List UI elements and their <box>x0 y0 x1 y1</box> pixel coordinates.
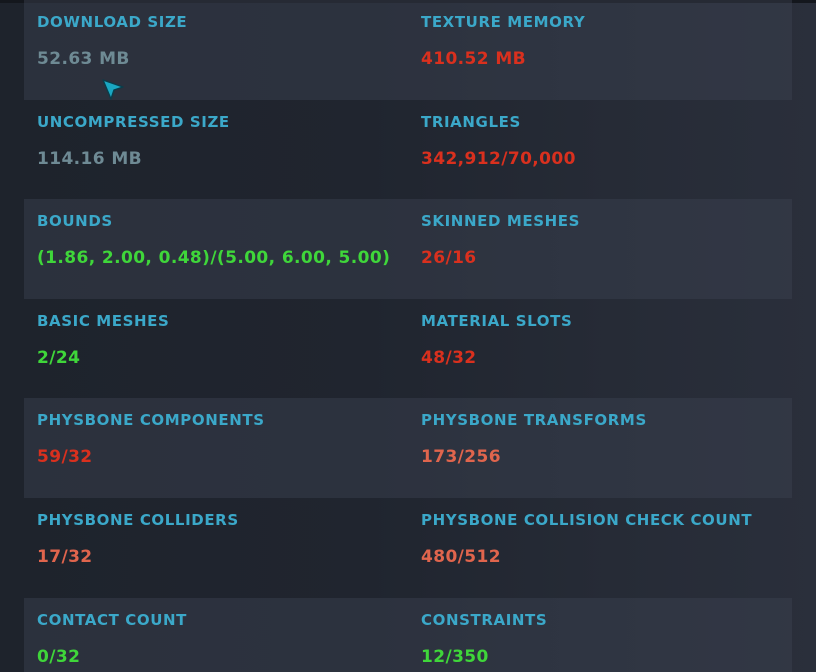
stat-label: BASIC MESHES <box>37 311 170 330</box>
stat-value: 12/350 <box>421 646 489 667</box>
stat-label: MATERIAL SLOTS <box>421 311 573 330</box>
stat-uncompressed-size: UNCOMPRESSED SIZE 114.16 MB <box>37 100 407 200</box>
stat-label: SKINNED MESHES <box>421 212 581 231</box>
stat-skinned-meshes: SKINNED MESHES 26/16 <box>421 199 791 299</box>
stat-value: 26/16 <box>421 248 477 269</box>
stat-physbone-collision-check-count: PHYSBONE COLLISION CHECK COUNT 480/512 <box>421 498 791 598</box>
stat-bounds: BOUNDS (1.86, 2.00, 0.48)/(5.00, 6.00, 5… <box>37 199 407 299</box>
stat-material-slots: MATERIAL SLOTS 48/32 <box>421 299 791 399</box>
stat-label: PHYSBONE COLLIDERS <box>37 510 239 529</box>
stat-value: 2/24 <box>37 347 81 368</box>
stat-basic-meshes: BASIC MESHES 2/24 <box>37 299 407 399</box>
stat-texture-memory: TEXTURE MEMORY 410.52 MB <box>421 0 791 100</box>
stats-row: PHYSBONE COMPONENTS 59/32 PHYSBONE TRANS… <box>24 398 792 498</box>
stat-value: 173/256 <box>421 447 501 468</box>
stat-value: 59/32 <box>37 447 93 468</box>
stat-value: 410.52 MB <box>421 49 526 69</box>
stat-value: 0/32 <box>37 646 81 667</box>
stat-physbone-transforms: PHYSBONE TRANSFORMS 173/256 <box>421 398 791 498</box>
stat-value: 480/512 <box>421 546 501 567</box>
stats-row: PHYSBONE COLLIDERS 17/32 PHYSBONE COLLIS… <box>24 498 792 598</box>
stat-physbone-components: PHYSBONE COMPONENTS 59/32 <box>37 398 407 498</box>
stat-value: 17/32 <box>37 546 93 567</box>
stats-row: CONTACT COUNT 0/32 CONSTRAINTS 12/350 <box>24 597 792 672</box>
stat-label: UNCOMPRESSED SIZE <box>37 112 230 131</box>
stats-row: BOUNDS (1.86, 2.00, 0.48)/(5.00, 6.00, 5… <box>24 199 792 299</box>
stat-triangles: TRIANGLES 342,912/70,000 <box>421 100 791 200</box>
stats-row: BASIC MESHES 2/24 MATERIAL SLOTS 48/32 <box>24 299 792 399</box>
stat-value: (1.86, 2.00, 0.48)/(5.00, 6.00, 5.00) <box>37 248 391 269</box>
avatar-performance-stats-panel: DOWNLOAD SIZE 52.63 MB TEXTURE MEMORY 41… <box>0 0 816 672</box>
stat-download-size: DOWNLOAD SIZE 52.63 MB <box>37 0 407 100</box>
stat-label: PHYSBONE COLLISION CHECK COUNT <box>421 510 753 529</box>
stat-label: PHYSBONE TRANSFORMS <box>421 411 647 430</box>
stat-label: TRIANGLES <box>421 112 521 131</box>
stat-label: TEXTURE MEMORY <box>421 13 586 31</box>
stat-value: 52.63 MB <box>37 49 130 69</box>
stats-row: UNCOMPRESSED SIZE 114.16 MB TRIANGLES 34… <box>24 100 792 200</box>
stat-label: PHYSBONE COMPONENTS <box>37 411 265 430</box>
stat-label: DOWNLOAD SIZE <box>37 13 188 31</box>
stat-label: CONSTRAINTS <box>421 610 548 629</box>
stat-value: 342,912/70,000 <box>421 148 576 169</box>
pointer-cursor-icon <box>102 79 124 100</box>
stat-label: BOUNDS <box>37 212 113 231</box>
stat-constraints: CONSTRAINTS 12/350 <box>421 598 791 672</box>
stats-grid: DOWNLOAD SIZE 52.63 MB TEXTURE MEMORY 41… <box>24 0 792 672</box>
stat-contact-count: CONTACT COUNT 0/32 <box>37 598 407 672</box>
stat-label: CONTACT COUNT <box>37 610 187 629</box>
stat-value: 48/32 <box>421 347 477 368</box>
stat-physbone-colliders: PHYSBONE COLLIDERS 17/32 <box>37 498 407 598</box>
stats-row: DOWNLOAD SIZE 52.63 MB TEXTURE MEMORY 41… <box>24 0 792 100</box>
stat-value: 114.16 MB <box>37 148 142 169</box>
